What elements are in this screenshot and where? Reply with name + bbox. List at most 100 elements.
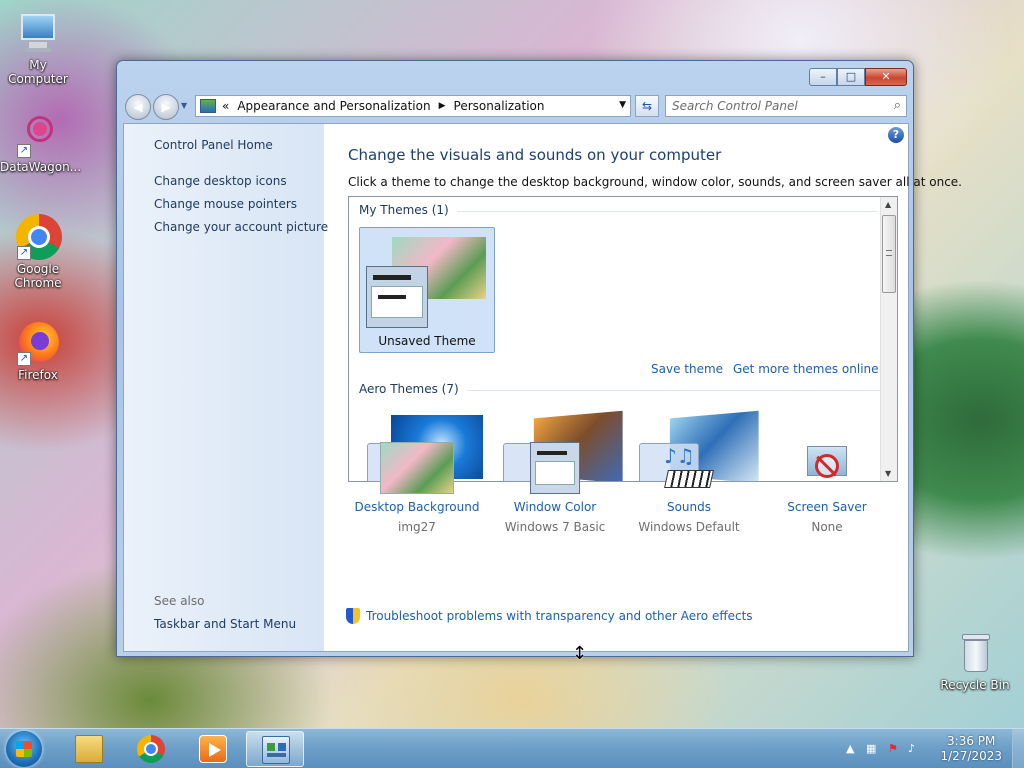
recent-pages-chevron-icon[interactable]: ▼ [181,101,187,110]
desktop-icon-firefox[interactable]: ↗ Firefox [0,320,76,382]
get-more-themes-link[interactable]: Get more themes online [733,362,879,376]
show-hidden-icons-chevron-icon[interactable]: ▲ [846,742,860,756]
taskbar-media-player[interactable] [184,731,242,767]
breadcrumb-overflow[interactable]: « [222,99,229,113]
shortcut-arrow-icon: ↗ [17,246,31,260]
troubleshoot-link[interactable]: Troubleshoot problems with transparency … [346,608,753,624]
themes-list: My Themes (1) Unsaved Theme Save theme G… [348,196,898,482]
page-description: Click a theme to change the desktop back… [348,175,962,189]
setting-value: None [811,520,843,534]
refresh-icon: ⇆ [641,99,653,113]
setting-value: img27 [398,520,436,534]
back-arrow-icon: ◀ [133,100,143,114]
refresh-button[interactable]: ⇆ [635,95,659,117]
volume-icon[interactable]: ♪ [908,742,922,756]
control-panel-icon [200,99,216,113]
computer-icon [15,10,61,56]
setting-value: Windows Default [638,520,740,534]
taskbar-explorer[interactable] [60,731,118,767]
chrome-icon: ↗ [15,214,62,260]
desktop-icon-datawagon[interactable]: ↗ DataWagon... [0,112,82,174]
forward-arrow-icon: ▶ [161,100,171,114]
breadcrumb-separator-icon[interactable]: ▶ [439,101,446,111]
window-color-icon [530,442,580,494]
theme-tile-unsaved-theme[interactable]: Unsaved Theme [359,227,495,353]
main-content: ? Change the visuals and sounds on your … [324,124,962,651]
screen-saver-icon [803,442,851,494]
address-dropdown-icon[interactable]: ▼ [619,100,626,110]
desktop-icon-recycle-bin[interactable]: Recycle Bin [937,630,1013,692]
sidebar-link-change-desktop-icons[interactable]: Change desktop icons [154,174,324,188]
personalization-window: – □ ✕ ◀ ▶ ▼ « Appearance and Personaliza… [116,60,962,657]
firefox-icon: ↗ [15,320,61,366]
troubleshoot-link-text[interactable]: Troubleshoot problems with transparency … [366,609,753,623]
caption-buttons: – □ ✕ [809,68,907,86]
recycle-bin-icon [952,630,998,676]
sidebar-link-change-account-picture[interactable]: Change your account picture [154,220,328,234]
my-themes-heading: My Themes (1) [359,203,876,217]
clock-time: 3:36 PM [947,734,996,748]
desktop-icon-google-chrome[interactable]: ↗ Google Chrome [0,214,76,290]
sidebar-link-change-mouse-pointers[interactable]: Change mouse pointers [154,197,324,211]
desktop-icon-label: DataWagon... [0,160,82,174]
search-input[interactable] [672,97,882,115]
control-panel-icon [262,736,290,764]
resize-cursor-icon: ↕ [572,643,588,664]
desktop-icon-label: Google Chrome [14,262,62,290]
desktop-icon-my-computer[interactable]: My Computer [0,10,76,86]
folder-icon [75,735,103,763]
clock[interactable]: 3:36 PM 1/27/2023 [940,734,1002,764]
datawagon-icon: ↗ [15,112,61,158]
taskbar-control-panel[interactable] [246,731,304,767]
back-button[interactable]: ◀ [125,94,151,120]
clock-date: 1/27/2023 [940,749,1002,763]
shield-icon [346,608,360,624]
see-also-heading: See also [154,594,205,608]
address-bar[interactable]: « Appearance and Personalization ▶ Perso… [195,95,631,117]
desktop-background-setting[interactable]: Desktop Background img27 [352,442,482,534]
themes-scrollbar[interactable]: ▲ ▼ [880,197,897,481]
minimize-button[interactable]: – [809,68,837,86]
scroll-up-arrow-icon[interactable]: ▲ [885,200,891,209]
setting-label[interactable]: Screen Saver [762,500,892,514]
search-box[interactable]: ⌕ [665,95,907,117]
theme-name: Unsaved Theme [378,334,476,348]
setting-label[interactable]: Sounds [624,500,754,514]
action-center-flag-icon[interactable]: ⚑ [888,742,902,756]
close-button[interactable]: ✕ [865,68,907,86]
shortcut-arrow-icon: ↗ [17,352,31,366]
task-pane: Control Panel Home Change desktop icons … [124,124,328,651]
windows-logo-icon [16,741,32,757]
shortcut-arrow-icon: ↗ [17,144,31,158]
setting-label[interactable]: Desktop Background [352,500,482,514]
setting-value: Windows 7 Basic [504,520,606,534]
theme-window-color-preview [366,266,428,328]
sounds-setting[interactable]: ♪♫ Sounds Windows Default [624,442,754,534]
sidebar-link-taskbar-and-start-menu[interactable]: Taskbar and Start Menu [154,617,296,631]
sidebar-link-control-panel-home[interactable]: Control Panel Home [154,138,324,152]
navigation-bar: ◀ ▶ ▼ « Appearance and Personalization ▶… [123,93,909,120]
setting-label[interactable]: Window Color [490,500,620,514]
forward-button[interactable]: ▶ [153,94,179,120]
aero-themes-heading: Aero Themes (7) [359,382,885,396]
show-desktop-button[interactable] [1012,729,1024,768]
taskbar-chrome[interactable] [122,731,180,767]
breadcrumb-personalization[interactable]: Personalization [454,99,545,113]
save-theme-link[interactable]: Save theme [651,362,723,376]
page-title: Change the visuals and sounds on your co… [348,146,722,164]
scrollbar-thumb[interactable] [882,215,896,293]
help-icon[interactable]: ? [888,127,904,143]
window-color-setting[interactable]: Window Color Windows 7 Basic [490,442,620,534]
sounds-icon: ♪♫ [662,442,716,494]
start-button[interactable] [6,731,42,767]
desktop-icon-label: My Computer [8,58,68,86]
taskbar: ▲ ▦ ⚑ ♪ 3:36 PM 1/27/2023 [0,728,1024,768]
screen-saver-setting[interactable]: Screen Saver None [762,442,892,534]
maximize-button[interactable]: □ [837,68,865,86]
breadcrumb-appearance-and-personalization[interactable]: Appearance and Personalization [237,99,430,113]
search-icon[interactable]: ⌕ [894,98,901,113]
media-player-icon [199,735,227,763]
system-tray: ▲ ▦ ⚑ ♪ 3:36 PM 1/27/2023 [844,729,1024,768]
network-icon[interactable]: ▦ [866,742,880,756]
desktop-icon-label: Firefox [18,368,58,382]
